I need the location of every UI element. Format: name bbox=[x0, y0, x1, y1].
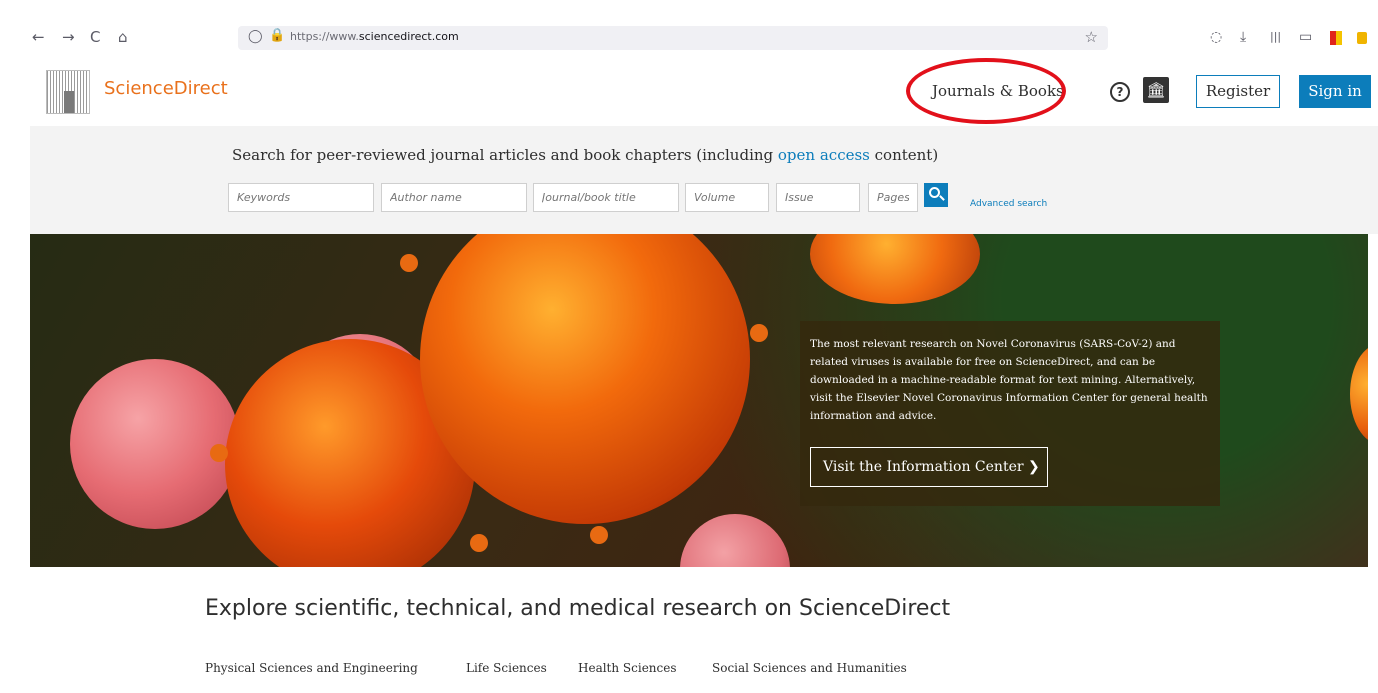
sciencedirect-logo-text[interactable]: ScienceDirect bbox=[104, 78, 228, 99]
register-button[interactable]: Register bbox=[1196, 75, 1280, 108]
author-name-input[interactable] bbox=[381, 183, 527, 212]
virus-image-pink-bottom bbox=[680, 514, 790, 567]
search-panel: Search for peer-reviewed journal article… bbox=[30, 126, 1378, 234]
download-icon[interactable]: ⤓ bbox=[1240, 27, 1246, 47]
lock-icon[interactable]: 🔒 bbox=[269, 28, 285, 43]
library-icon[interactable]: ||| bbox=[1270, 27, 1281, 47]
bookmark-star-icon[interactable]: ☆ bbox=[1085, 28, 1098, 46]
virus-image-orange-top bbox=[810, 234, 980, 304]
chevron-right-icon: ❯ bbox=[1028, 459, 1040, 475]
pages-input[interactable] bbox=[868, 183, 918, 212]
open-access-link[interactable]: open access bbox=[778, 146, 870, 164]
advanced-search-link[interactable]: Advanced search bbox=[970, 199, 1047, 209]
url-text[interactable]: https://www.sciencedirect.com bbox=[290, 30, 459, 43]
coronavirus-hero-banner: The most relevant research on Novel Coro… bbox=[30, 234, 1368, 567]
elsevier-tree-logo[interactable] bbox=[46, 70, 90, 114]
volume-input[interactable] bbox=[685, 183, 769, 212]
forward-icon[interactable]: → bbox=[62, 26, 75, 48]
extension-icon[interactable] bbox=[1330, 31, 1342, 45]
address-bar[interactable]: ◯ 🔒 https://www.sciencedirect.com ☆ bbox=[238, 26, 1108, 50]
help-icon[interactable]: ? bbox=[1110, 82, 1130, 102]
sidebar-icon[interactable]: ▭ bbox=[1299, 27, 1312, 47]
tracking-protection-icon[interactable]: ◯ bbox=[248, 29, 263, 44]
subject-health-sciences[interactable]: Health Sciences bbox=[578, 661, 677, 675]
subject-physical-sciences[interactable]: Physical Sciences and Engineering bbox=[205, 661, 418, 675]
back-icon[interactable]: ← bbox=[32, 26, 45, 48]
home-icon[interactable]: ⌂ bbox=[118, 26, 128, 48]
institution-icon[interactable]: 🏛 bbox=[1143, 77, 1169, 103]
journal-book-title-input[interactable] bbox=[533, 183, 679, 212]
subject-life-sciences[interactable]: Life Sciences bbox=[466, 661, 547, 675]
search-tagline: Search for peer-reviewed journal article… bbox=[232, 146, 939, 164]
subject-social-sciences[interactable]: Social Sciences and Humanities bbox=[712, 661, 907, 675]
virus-image-orange-edge bbox=[1350, 344, 1368, 444]
sign-in-button[interactable]: Sign in bbox=[1299, 75, 1371, 108]
explore-heading: Explore scientific, technical, and medic… bbox=[205, 596, 951, 621]
highlight-circle-annotation bbox=[906, 58, 1066, 124]
reload-icon[interactable]: C bbox=[90, 26, 100, 48]
site-header: ScienceDirect Journals & Books ? 🏛 Regis… bbox=[30, 58, 1378, 126]
pocket-icon[interactable]: ◌ bbox=[1210, 27, 1222, 47]
info-panel: The most relevant research on Novel Coro… bbox=[800, 321, 1220, 506]
extension-cart-icon[interactable] bbox=[1357, 32, 1367, 44]
visit-information-center-button[interactable]: Visit the Information Center ❯ bbox=[810, 447, 1048, 487]
info-text: The most relevant research on Novel Coro… bbox=[810, 338, 1208, 422]
browser-toolbar: ← → C ⌂ ◯ 🔒 https://www.sciencedirect.co… bbox=[0, 0, 1378, 58]
keywords-input[interactable] bbox=[228, 183, 374, 212]
issue-input[interactable] bbox=[776, 183, 860, 212]
search-button[interactable] bbox=[924, 183, 948, 207]
